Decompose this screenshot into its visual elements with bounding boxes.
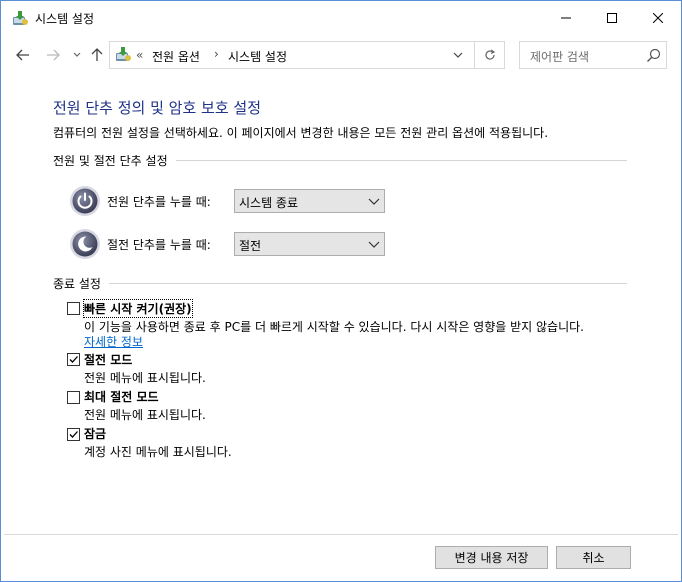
search-input[interactable]: 제어판 검색 [519, 41, 667, 69]
hibernate-checkbox[interactable] [67, 391, 80, 404]
window-title: 시스템 설정 [35, 12, 95, 26]
breadcrumb-separator[interactable]: › [214, 47, 219, 61]
address-divider [474, 42, 475, 68]
sleep-mode-checkbox[interactable] [67, 353, 80, 366]
address-dropdown-button[interactable] [448, 46, 468, 64]
search-icon[interactable] [646, 48, 662, 64]
up-button[interactable] [87, 45, 107, 65]
power-options-icon [11, 10, 29, 28]
checkmark-icon [69, 431, 78, 438]
power-button-action-select[interactable]: 시스템 종료 [234, 189, 385, 213]
breadcrumb-overflow[interactable]: « [136, 48, 143, 62]
arrow-up-icon [91, 48, 103, 61]
title-bar: 시스템 설정 [1, 1, 681, 35]
sleep-mode-label[interactable]: 절전 모드 [84, 351, 132, 368]
chevron-down-icon [368, 241, 380, 248]
forward-button[interactable] [43, 45, 63, 65]
more-info-link[interactable]: 자세한 정보 [84, 333, 143, 350]
chevron-down-icon [73, 52, 81, 57]
sleep-button-action-select[interactable]: 절전 [234, 232, 385, 256]
maximize-button[interactable] [589, 1, 635, 35]
footer-divider [4, 534, 678, 535]
refresh-button[interactable] [480, 46, 500, 64]
power-button-icon [69, 185, 101, 217]
arrow-right-icon [47, 49, 60, 61]
lock-checkbox[interactable] [67, 428, 80, 441]
hibernate-description: 전원 메뉴에 표시됩니다. [84, 408, 206, 422]
arrow-left-icon [16, 49, 29, 61]
recent-locations-button[interactable] [67, 45, 87, 65]
fast-startup-checkbox[interactable] [67, 302, 80, 315]
breadcrumb-power-options[interactable]: 전원 옵션 [152, 48, 200, 65]
fast-startup-description: 이 기능을 사용하면 종료 후 PC를 더 빠르게 시작할 수 있습니다. 다시… [84, 320, 584, 334]
power-button-action-value: 시스템 종료 [239, 196, 299, 210]
page-subtitle: 컴퓨터의 전원 설정을 선택하세요. 이 페이지에서 변경한 내용은 모든 전원… [53, 126, 549, 140]
section-title: 종료 설정 [53, 275, 109, 292]
power-buttons-section-header: 전원 및 절전 단추 설정 [53, 152, 627, 169]
power-options-icon [114, 46, 132, 64]
shutdown-settings-section-header: 종료 설정 [53, 275, 627, 292]
back-button[interactable] [13, 45, 33, 65]
lock-label[interactable]: 잠금 [84, 425, 106, 442]
section-divider [53, 283, 627, 284]
sleep-button-label: 절전 단추를 누를 때: [107, 238, 211, 252]
sleep-mode-description: 전원 메뉴에 표시됩니다. [84, 371, 206, 385]
address-bar[interactable]: « 전원 옵션 › 시스템 설정 [109, 41, 505, 69]
power-button-label: 전원 단추를 누를 때: [107, 195, 211, 209]
section-title: 전원 및 절전 단추 설정 [53, 152, 176, 169]
sleep-button-icon [69, 228, 101, 260]
refresh-icon [485, 49, 496, 60]
chevron-down-icon [453, 52, 463, 58]
checkmark-icon [69, 356, 78, 363]
breadcrumb-system-settings[interactable]: 시스템 설정 [228, 48, 287, 65]
close-button[interactable] [635, 1, 681, 35]
navigation-bar: « 전원 옵션 › 시스템 설정 제어판 검색 [1, 37, 681, 73]
sleep-button-action-value: 절전 [239, 239, 262, 253]
window: 시스템 설정 « 전원 옵션 › 시스템 설정 제어판 검색 전원 단추 정의 … [0, 0, 682, 582]
cancel-button[interactable]: 취소 [556, 546, 631, 569]
minimize-button[interactable] [543, 1, 589, 35]
lock-description: 계정 사진 메뉴에 표시됩니다. [84, 445, 232, 459]
chevron-down-icon [368, 198, 380, 205]
hibernate-label[interactable]: 최대 절전 모드 [84, 388, 159, 405]
fast-startup-label[interactable]: 빠른 시작 켜기(권장) [83, 299, 193, 318]
search-placeholder: 제어판 검색 [530, 50, 590, 64]
page-title: 전원 단추 정의 및 암호 보호 설정 [53, 99, 262, 117]
save-changes-button[interactable]: 변경 내용 저장 [435, 546, 548, 569]
